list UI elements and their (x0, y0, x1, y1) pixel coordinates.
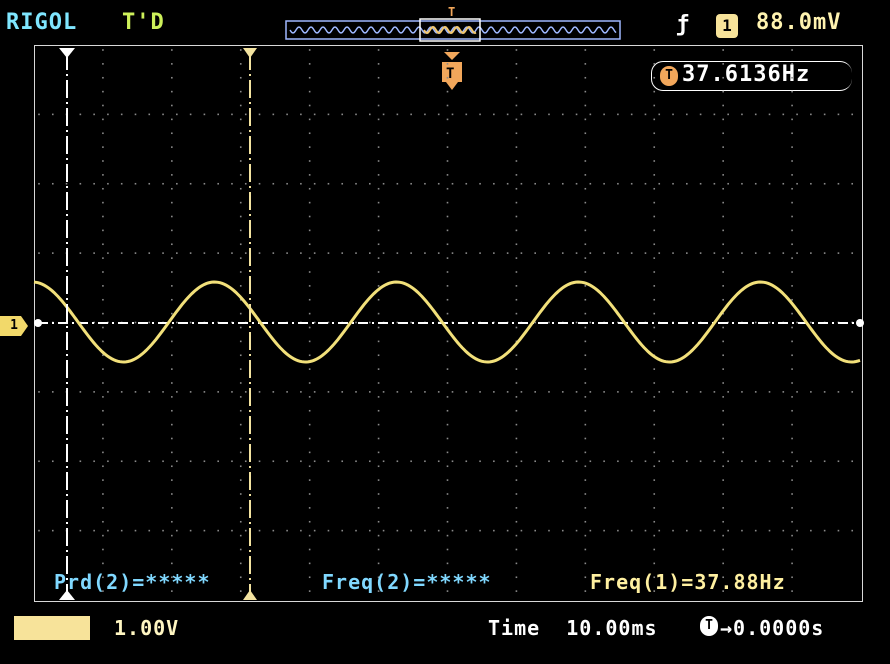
measure-freq-ch1: Freq(1)=37.88Hz (590, 570, 786, 594)
ground-line-left-end (34, 319, 42, 327)
cursor-a-top-handle-icon (59, 48, 75, 58)
timebase-value: 10.00ms (566, 616, 658, 640)
grid-dots (38, 49, 854, 592)
measure-freq-ch2: Freq(2)=***** (322, 570, 492, 594)
measure-period-ch2: Prd(2)=***** (54, 570, 211, 594)
time-label: Time (488, 616, 541, 640)
trigger-offset: →0.0000s (720, 616, 825, 640)
waveform-area (33, 48, 864, 600)
ground-line-right-end (856, 319, 864, 327)
cursor-b-bottom-handle-icon (243, 590, 257, 600)
trigger-offset-icon: T (700, 616, 718, 636)
timebase-readout: Time 10.00ms (488, 616, 658, 640)
cursor-b-top-handle-icon (243, 48, 257, 58)
channel1-vertical-scale: 1.00V (114, 616, 180, 640)
channel1-coupling-icon (14, 616, 90, 640)
oscilloscope-screen: RIGOL T'D T T ƒ 1 88.0mV T 37.6136Hz 1 P… (0, 0, 890, 664)
